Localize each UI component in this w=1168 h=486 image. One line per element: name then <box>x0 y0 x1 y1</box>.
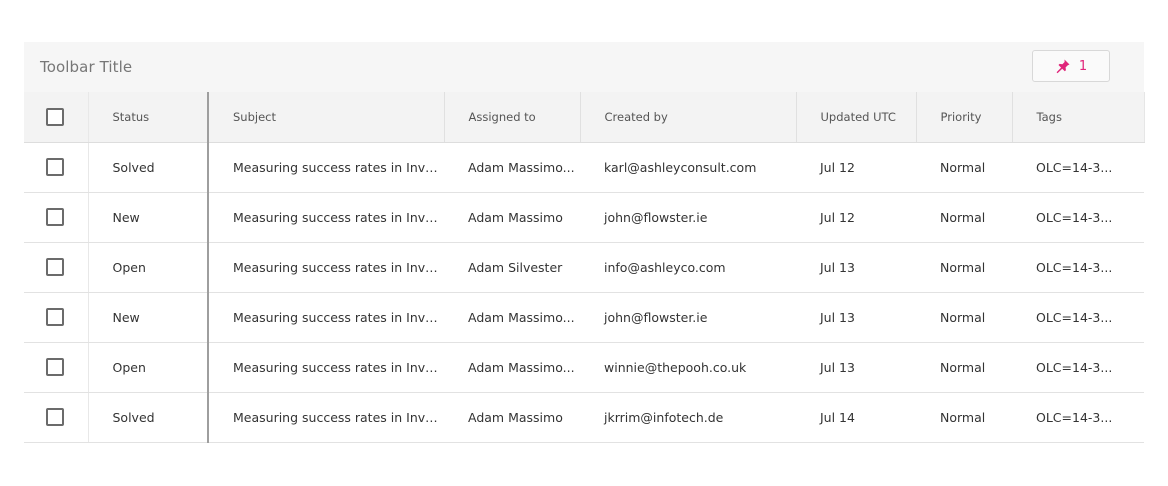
pinned-rows-button[interactable]: 1 <box>1032 50 1110 82</box>
row-checkbox[interactable] <box>46 158 64 176</box>
tags-cell: OLC=14-3... <box>1012 242 1144 293</box>
subject-cell: Measuring success rates in Investi... <box>208 192 444 243</box>
assigned-to-cell: Adam Massimo... <box>444 142 580 193</box>
created-by-cell: jkrrim@infotech.de <box>580 392 796 443</box>
column-header-created-by[interactable]: Created by <box>580 92 797 143</box>
tags-cell: OLC=14-3... <box>1012 392 1144 443</box>
grid-body: Solved Measuring success rates in Invest… <box>24 142 1144 443</box>
assigned-to-cell: Adam Massimo... <box>444 292 580 343</box>
status-cell: Solved <box>88 142 209 193</box>
toolbar-title: Toolbar Title <box>40 58 133 76</box>
updated-utc-cell: Jul 13 <box>796 342 916 393</box>
header-row: Status Subject Assigned to Created by Up… <box>24 92 1145 143</box>
tags-cell: OLC=14-3... <box>1012 142 1144 193</box>
grid-table: Status Subject Assigned to Created by Up… <box>24 92 1145 443</box>
tags-cell: OLC=14-3... <box>1012 192 1144 243</box>
subject-cell: Measuring success rates in Investi... <box>208 242 444 293</box>
column-header-priority[interactable]: Priority <box>916 92 1013 143</box>
assigned-to-cell: Adam Massimo <box>444 392 580 443</box>
pinned-count: 1 <box>1078 58 1088 74</box>
table-row[interactable]: Open Measuring success rates in Investi.… <box>24 342 1144 393</box>
column-header-assigned-to[interactable]: Assigned to <box>444 92 581 143</box>
subject-cell: Measuring success rates in Investi... <box>208 292 444 343</box>
table-row[interactable]: Solved Measuring success rates in Invest… <box>24 142 1144 193</box>
tags-cell: OLC=14-3... <box>1012 342 1144 393</box>
subject-cell: Measuring success rates in Investi... <box>208 392 444 443</box>
created-by-cell: john@flowster.ie <box>580 192 796 243</box>
row-select-cell <box>24 342 89 393</box>
grid-toolbar: Toolbar Title 1 <box>24 42 1144 92</box>
table-row[interactable]: Solved Measuring success rates in Invest… <box>24 392 1144 443</box>
updated-utc-cell: Jul 13 <box>796 242 916 293</box>
priority-cell: Normal <box>916 342 1012 393</box>
row-select-cell <box>24 242 89 293</box>
table-row[interactable]: Open Measuring success rates in Investi.… <box>24 242 1144 293</box>
priority-cell: Normal <box>916 142 1012 193</box>
created-by-cell: winnie@thepooh.co.uk <box>580 342 796 393</box>
row-checkbox[interactable] <box>46 308 64 326</box>
tags-cell: OLC=14-3... <box>1012 292 1144 343</box>
subject-cell: Measuring success rates in Investi... <box>208 142 444 193</box>
created-by-cell: john@flowster.ie <box>580 292 796 343</box>
row-checkbox[interactable] <box>46 408 64 426</box>
column-header-tags[interactable]: Tags <box>1012 92 1145 143</box>
data-grid: Toolbar Title 1 Status Subject Assigned … <box>24 42 1145 443</box>
created-by-cell: karl@ashleyconsult.com <box>580 142 796 193</box>
updated-utc-cell: Jul 12 <box>796 192 916 243</box>
row-select-cell <box>24 142 89 193</box>
select-all-header <box>24 92 89 143</box>
column-header-status[interactable]: Status <box>88 92 209 143</box>
row-checkbox[interactable] <box>46 358 64 376</box>
status-cell: New <box>88 292 209 343</box>
status-cell: Open <box>88 242 209 293</box>
updated-utc-cell: Jul 14 <box>796 392 916 443</box>
row-checkbox[interactable] <box>46 258 64 276</box>
assigned-to-cell: Adam Silvester <box>444 242 580 293</box>
assigned-to-cell: Adam Massimo <box>444 192 580 243</box>
updated-utc-cell: Jul 13 <box>796 292 916 343</box>
updated-utc-cell: Jul 12 <box>796 142 916 193</box>
priority-cell: Normal <box>916 292 1012 343</box>
pin-icon <box>1055 58 1071 74</box>
select-all-checkbox[interactable] <box>46 107 64 126</box>
status-cell: New <box>88 192 209 243</box>
table-row[interactable]: New Measuring success rates in Investi..… <box>24 192 1144 243</box>
priority-cell: Normal <box>916 392 1012 443</box>
row-checkbox[interactable] <box>46 208 64 226</box>
status-cell: Solved <box>88 392 209 443</box>
column-header-updated-utc[interactable]: Updated UTC <box>796 92 917 143</box>
priority-cell: Normal <box>916 192 1012 243</box>
status-cell: Open <box>88 342 209 393</box>
subject-cell: Measuring success rates in Investi... <box>208 342 444 393</box>
priority-cell: Normal <box>916 242 1012 293</box>
created-by-cell: info@ashleyco.com <box>580 242 796 293</box>
row-select-cell <box>24 192 89 243</box>
column-header-subject[interactable]: Subject <box>208 92 445 143</box>
row-select-cell <box>24 392 89 443</box>
assigned-to-cell: Adam Massimo... <box>444 342 580 393</box>
table-row[interactable]: New Measuring success rates in Investi..… <box>24 292 1144 343</box>
row-select-cell <box>24 292 89 343</box>
